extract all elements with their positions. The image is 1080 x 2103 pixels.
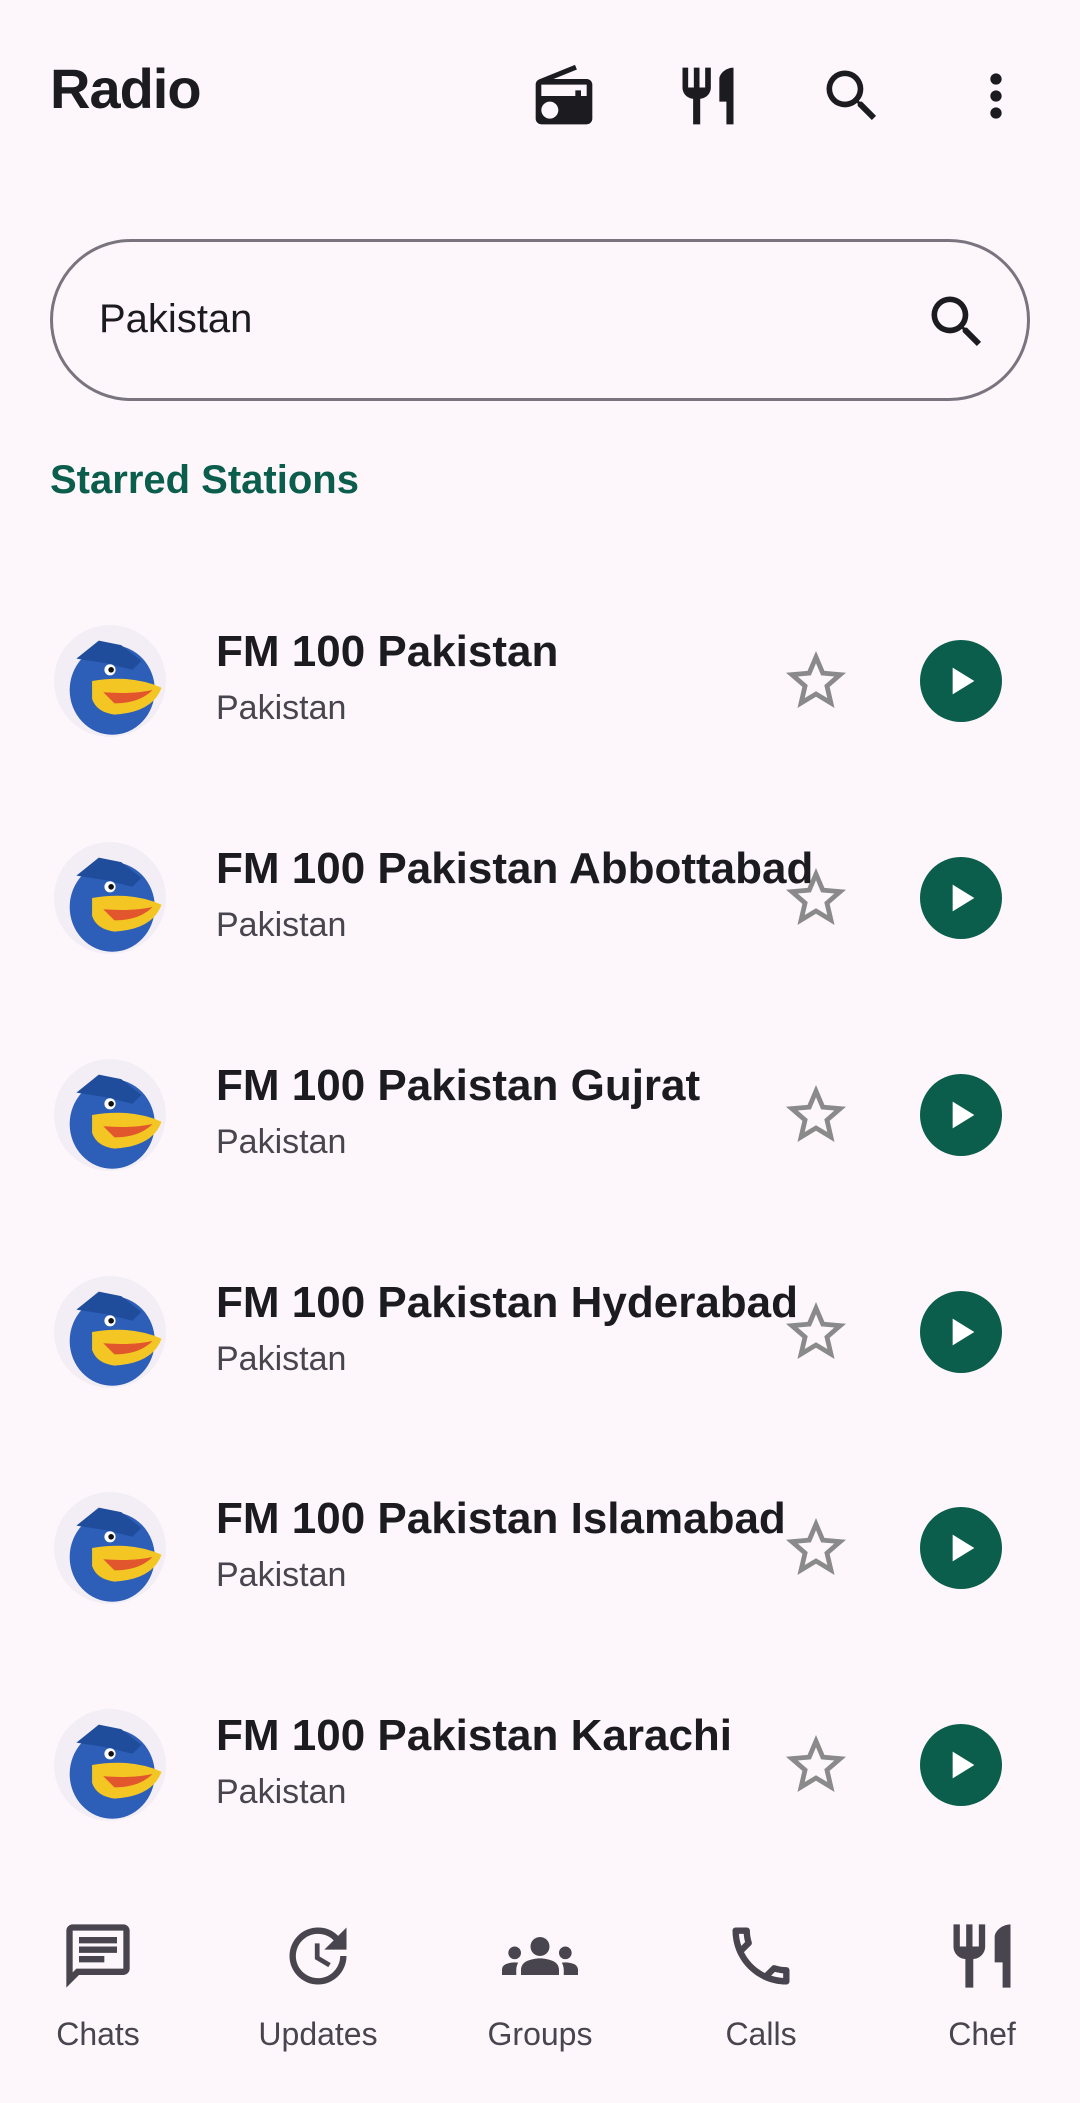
play-icon <box>952 1751 975 1779</box>
bottom-navigation: Chats Updates Groups Calls Chef <box>0 1890 1080 2103</box>
station-name: FM 100 Pakistan <box>216 627 559 676</box>
station-logo <box>54 1709 166 1821</box>
play-icon <box>952 1534 975 1562</box>
nav-chef[interactable]: Chef <box>892 1918 1072 2078</box>
nav-label: Chef <box>948 2016 1016 2052</box>
station-name: FM 100 Pakistan Abbottabad <box>216 844 814 893</box>
nav-updates[interactable]: Updates <box>228 1918 408 2078</box>
play-button[interactable] <box>920 1724 1002 1806</box>
nav-calls[interactable]: Calls <box>671 1918 851 2078</box>
station-country: Pakistan <box>216 1556 347 1594</box>
station-row[interactable]: FM 100 Pakistan Gujrat Pakistan <box>0 1009 1080 1209</box>
search-field[interactable]: Pakistan <box>50 239 1030 401</box>
play-icon <box>952 884 975 912</box>
station-country: Pakistan <box>216 1773 347 1811</box>
radio-icon[interactable] <box>524 56 604 136</box>
station-row[interactable]: FM 100 Pakistan Pakistan <box>0 575 1080 775</box>
star-outline-icon[interactable] <box>780 645 852 717</box>
star-outline-icon[interactable] <box>780 862 852 934</box>
search-icon[interactable] <box>812 56 892 136</box>
app-title: Radio <box>50 57 202 120</box>
restaurant-icon[interactable] <box>668 56 748 136</box>
play-icon <box>952 1101 975 1129</box>
station-row[interactable]: FM 100 Pakistan Islamabad Pakistan <box>0 1442 1080 1642</box>
station-logo <box>54 1492 166 1604</box>
search-input[interactable]: Pakistan <box>99 297 252 342</box>
station-logo <box>54 842 166 954</box>
station-logo <box>54 1276 166 1388</box>
station-name: FM 100 Pakistan Gujrat <box>216 1061 701 1110</box>
groups-icon <box>502 1937 578 1975</box>
updates-icon <box>289 1927 347 1985</box>
nav-label: Calls <box>725 2016 797 2052</box>
station-country: Pakistan <box>216 906 347 944</box>
station-name: FM 100 Pakistan Islamabad <box>216 1494 786 1543</box>
star-outline-icon[interactable] <box>780 1079 852 1151</box>
station-country: Pakistan <box>216 689 347 727</box>
station-country: Pakistan <box>216 1123 347 1161</box>
star-outline-icon[interactable] <box>780 1729 852 1801</box>
nav-label: Chats <box>56 2016 140 2052</box>
station-country: Pakistan <box>216 1340 347 1378</box>
station-name: FM 100 Pakistan Hyderabad <box>216 1278 799 1327</box>
star-outline-icon[interactable] <box>780 1296 852 1368</box>
play-button[interactable] <box>920 1507 1002 1589</box>
more-vert-icon[interactable] <box>956 56 1036 136</box>
top-app-bar: Radio <box>0 0 1080 190</box>
phone-icon <box>732 1927 790 1985</box>
chat-icon <box>66 1924 130 1988</box>
nav-label: Groups <box>487 2016 593 2052</box>
star-outline-icon[interactable] <box>780 1512 852 1584</box>
station-logo <box>54 1059 166 1171</box>
play-button[interactable] <box>920 640 1002 722</box>
play-icon <box>952 667 975 695</box>
section-title: Starred Stations <box>50 458 359 502</box>
search-icon[interactable] <box>923 288 991 356</box>
nav-chats[interactable]: Chats <box>8 1918 188 2078</box>
play-icon <box>952 1318 975 1346</box>
station-logo <box>54 625 166 737</box>
station-row[interactable]: FM 100 Pakistan Abbottabad Pakistan <box>0 792 1080 992</box>
nav-label: Updates <box>258 2016 378 2052</box>
play-button[interactable] <box>920 1291 1002 1373</box>
restaurant-icon <box>953 1924 1011 1988</box>
play-button[interactable] <box>920 857 1002 939</box>
nav-groups[interactable]: Groups <box>450 1918 630 2078</box>
play-button[interactable] <box>920 1074 1002 1156</box>
station-name: FM 100 Pakistan Karachi <box>216 1711 733 1760</box>
station-row[interactable]: FM 100 Pakistan Karachi Pakistan <box>0 1659 1080 1859</box>
station-row[interactable]: FM 100 Pakistan Hyderabad Pakistan <box>0 1226 1080 1426</box>
